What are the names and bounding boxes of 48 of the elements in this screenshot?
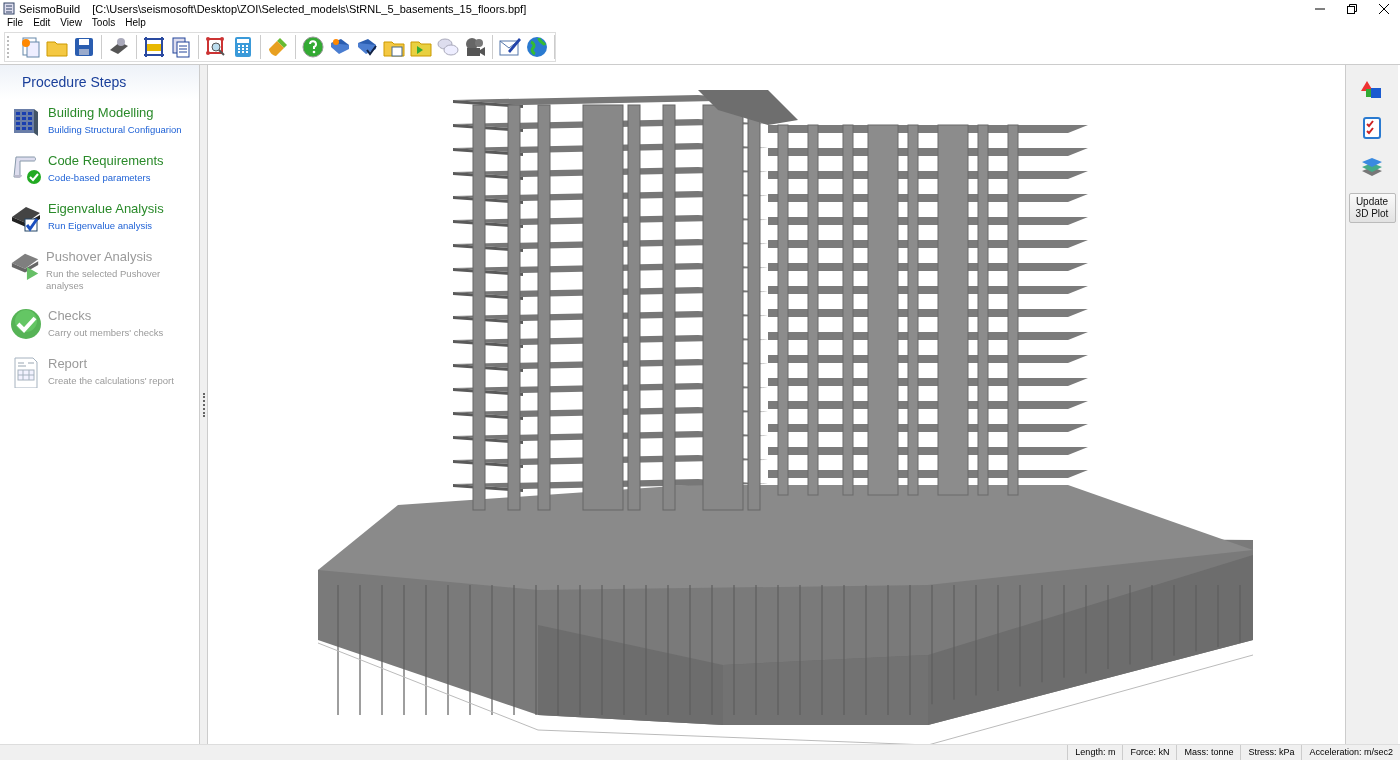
menu-item[interactable]: File (2, 17, 29, 30)
globe-button[interactable] (525, 35, 549, 59)
menu-item[interactable]: View (55, 17, 87, 30)
chat-bubbles-icon (436, 35, 460, 59)
status-item: Acceleration: m/sec2 (1301, 745, 1400, 760)
status-item: Mass: tonne (1176, 745, 1241, 760)
help-icon (301, 35, 325, 59)
step-subtitle: Carry out members' checks (48, 327, 164, 339)
film-reel-button[interactable] (463, 35, 487, 59)
checklist-icon (1361, 117, 1383, 139)
documents-icon (169, 35, 193, 59)
step-title[interactable]: Code Requirements (48, 153, 164, 168)
save-icon (72, 35, 96, 59)
frame-button[interactable] (142, 35, 166, 59)
shapes-icon (1361, 79, 1383, 101)
menu-item[interactable]: Tools (86, 17, 121, 30)
step-subtitle: Create the calculations' report (48, 375, 174, 387)
menu-item[interactable]: Help (120, 17, 151, 30)
save-button[interactable] (72, 35, 96, 59)
globe-icon (525, 35, 549, 59)
file-path: [C:\Users\seismosoft\Desktop\ZOI\Selected_models\StRNL_5_basements_15_floors.bpf] (92, 2, 527, 15)
step-subtitle: Code-based parameters (48, 172, 152, 184)
splitter-grip[interactable] (202, 392, 205, 417)
help-button[interactable] (301, 35, 325, 59)
update-plot-button[interactable]: Update 3D Plot (1348, 193, 1396, 223)
film-reel-icon (463, 35, 487, 59)
restore-icon[interactable] (1347, 3, 1357, 14)
status-item: Length: m (1067, 745, 1123, 760)
frame-icon (142, 35, 166, 59)
status-item: Stress: kPa (1240, 745, 1302, 760)
check-icon (10, 308, 42, 340)
envelope-pen-icon (498, 35, 522, 59)
layers-icon (1361, 155, 1383, 177)
step-subtitle: Building Structural Configuarion (48, 124, 182, 136)
app-name: SeismoBuild (19, 2, 81, 15)
menu-item[interactable]: Edit (28, 17, 56, 30)
step-title[interactable]: Building Modelling (48, 105, 182, 120)
brush-icon (266, 35, 290, 59)
step-subtitle: Run Eigenvalue analysis (48, 220, 154, 232)
layers-button[interactable] (1361, 155, 1383, 177)
close-icon[interactable] (1379, 3, 1389, 14)
shapes-button[interactable] (1361, 79, 1383, 101)
envelope-pen-button[interactable] (498, 35, 522, 59)
step-subtitle: Run the selected Pushover analyses (46, 268, 162, 292)
status-item: Force: kN (1122, 745, 1177, 760)
app-icon (3, 2, 15, 15)
step-title[interactable]: Eigenvalue Analysis (48, 201, 164, 216)
checklist-button[interactable] (1361, 117, 1383, 139)
